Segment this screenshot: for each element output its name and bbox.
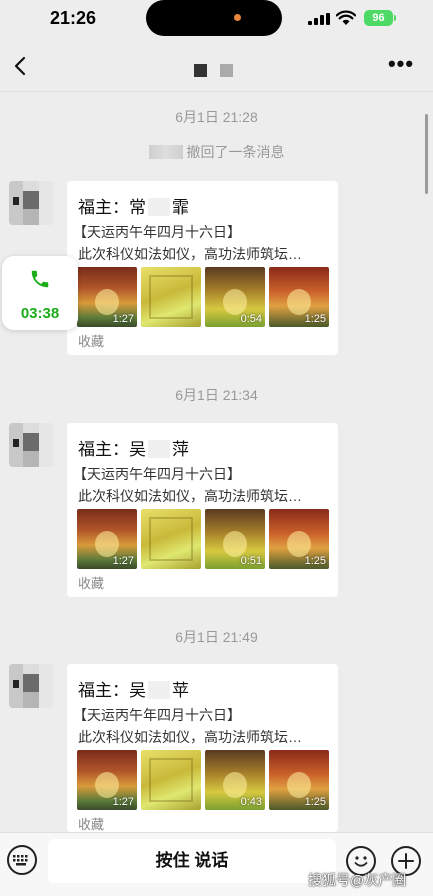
card-title: 福主：吴萍	[78, 440, 189, 459]
avatar[interactable]	[9, 664, 53, 708]
video-thumbnail[interactable]: 0:54	[205, 267, 265, 327]
video-duration: 0:51	[240, 555, 262, 567]
video-duration: 0:43	[240, 796, 262, 808]
dynamic-island	[146, 0, 282, 36]
video-thumbnails: 1:27 0:43 1:25	[77, 750, 329, 810]
recall-notice: 撤回了一条消息	[0, 142, 433, 162]
video-thumbnail[interactable]: 1:25	[269, 750, 329, 810]
chat-title-redacted	[194, 64, 236, 78]
more-options-button[interactable]: •••	[386, 53, 416, 78]
video-thumbnail[interactable]: 1:27	[77, 509, 137, 569]
video-thumbnail[interactable]: 1:27	[77, 267, 137, 327]
card-summary-line: 此次科仪如法如仪，高功法师筑坛…	[78, 488, 302, 504]
video-duration: 1:25	[304, 796, 326, 808]
chat-record-card[interactable]: 福主：吴苹 【天运丙午年四月十六日】 此次科仪如法如仪，高功法师筑坛… 1:27…	[67, 664, 338, 832]
image-thumbnail[interactable]	[141, 509, 201, 569]
video-thumbnail[interactable]: 1:25	[269, 509, 329, 569]
phone-icon	[31, 270, 49, 288]
timestamp: 6月1日 21:49	[175, 629, 258, 645]
battery-tip	[394, 15, 396, 21]
video-thumbnail[interactable]: 1:27	[77, 750, 137, 810]
redacted-name	[148, 440, 170, 458]
chat-header: •••	[0, 40, 433, 92]
redacted-sender	[148, 145, 183, 159]
status-bar: 21:26 96	[0, 0, 433, 40]
video-duration: 1:27	[112, 796, 134, 808]
avatar[interactable]	[9, 423, 53, 467]
video-thumbnail[interactable]: 1:25	[269, 267, 329, 327]
hold-to-talk-button[interactable]: 按住 说话	[48, 839, 336, 883]
timestamp: 6月1日 21:34	[175, 387, 258, 403]
redacted-name	[148, 681, 170, 699]
card-date-line: 【天运丙午年四月十六日】	[73, 466, 241, 482]
privacy-indicator-icon	[234, 14, 241, 21]
watermark: 搜狐号@灰产圈	[308, 872, 407, 888]
redacted-name	[148, 198, 170, 216]
card-date-line: 【天运丙午年四月十六日】	[73, 707, 241, 723]
chat-record-card[interactable]: 福主：吴萍 【天运丙午年四月十六日】 此次科仪如法如仪，高功法师筑坛… 1:27…	[67, 423, 338, 597]
avatar[interactable]	[9, 181, 53, 225]
cellular-signal-icon	[308, 13, 330, 25]
card-source-label: 收藏	[78, 817, 105, 832]
video-thumbnails: 1:27 0:51 1:25	[77, 509, 329, 569]
battery-icon: 96	[364, 10, 393, 26]
call-duration: 03:38	[20, 305, 60, 322]
card-title: 福主：吴苹	[78, 681, 189, 700]
image-thumbnail[interactable]	[141, 267, 201, 327]
chat-record-card[interactable]: 福主：常霏 【天运丙午年四月十六日】 此次科仪如法如仪，高功法师筑坛… 1:27…	[67, 181, 338, 355]
wifi-icon	[336, 10, 356, 25]
video-thumbnails: 1:27 0:54 1:25	[77, 267, 329, 327]
card-title: 福主：常霏	[78, 198, 189, 217]
video-duration: 0:54	[240, 313, 262, 325]
video-duration: 1:27	[112, 555, 134, 567]
timestamp: 6月1日 21:28	[175, 109, 258, 125]
card-summary-line: 此次科仪如法如仪，高功法师筑坛…	[78, 246, 302, 262]
video-thumbnail[interactable]: 0:51	[205, 509, 265, 569]
redacted-block	[220, 64, 233, 77]
keyboard-icon[interactable]	[7, 845, 37, 875]
video-duration: 1:27	[112, 313, 134, 325]
video-duration: 1:25	[304, 313, 326, 325]
recall-text: 撤回了一条消息	[186, 144, 285, 160]
video-thumbnail[interactable]: 0:43	[205, 750, 265, 810]
card-source-label: 收藏	[78, 576, 105, 591]
card-source-label: 收藏	[78, 334, 105, 349]
redacted-block	[194, 64, 207, 77]
card-date-line: 【天运丙午年四月十六日】	[73, 224, 241, 240]
status-time: 21:26	[50, 8, 97, 28]
image-thumbnail[interactable]	[141, 750, 201, 810]
chevron-left-icon[interactable]	[8, 52, 36, 80]
video-duration: 1:25	[304, 555, 326, 567]
card-summary-line: 此次科仪如法如仪，高功法师筑坛…	[78, 729, 302, 745]
floating-call-widget[interactable]: 03:38	[2, 256, 78, 330]
